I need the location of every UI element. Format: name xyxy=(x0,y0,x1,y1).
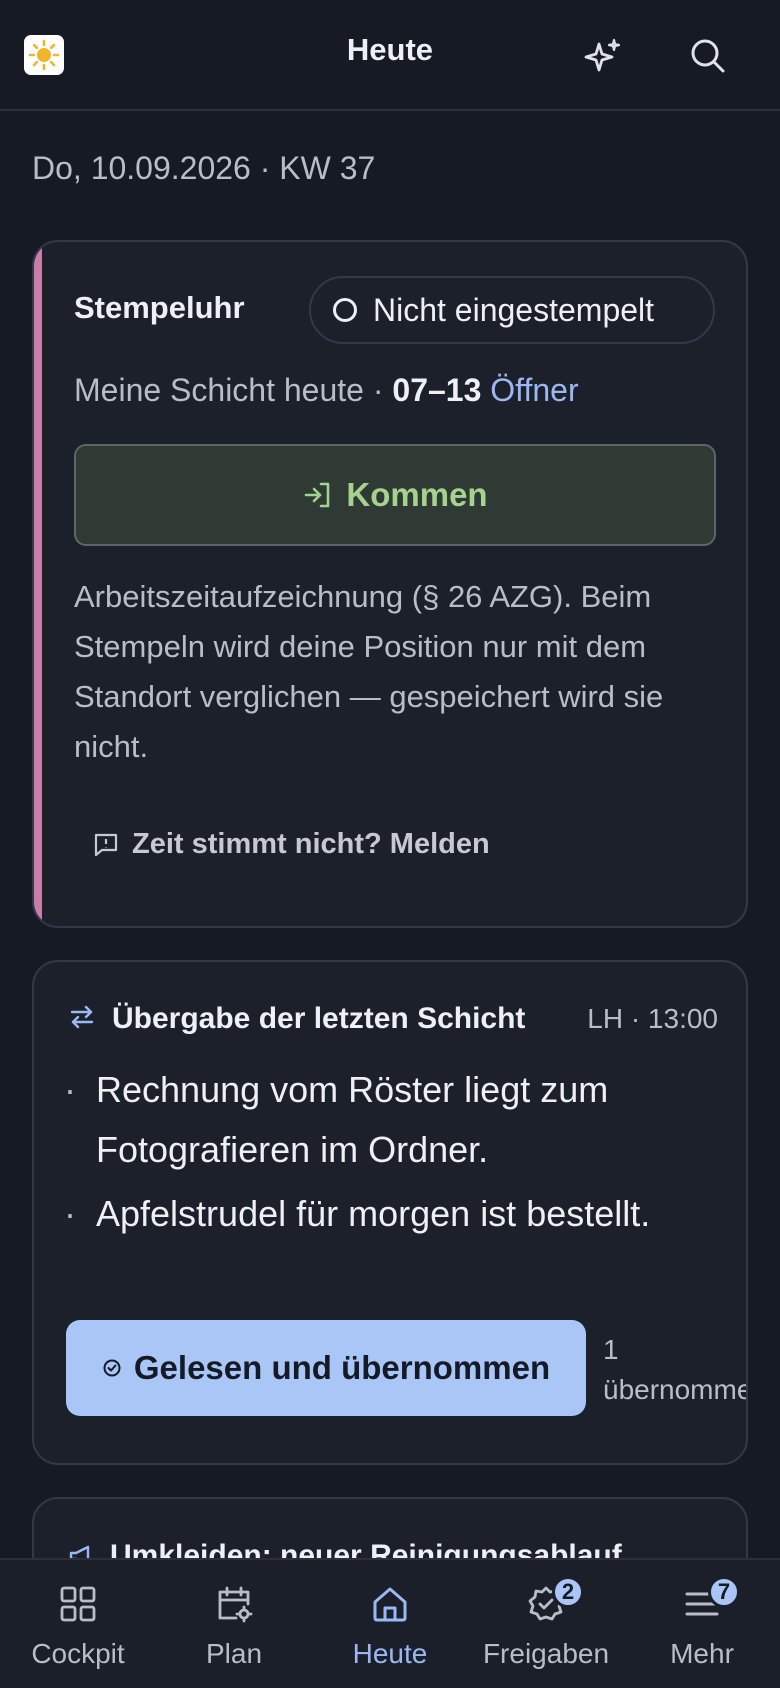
handover-list: Rechnung vom Röster liegt zum Fotografie… xyxy=(64,1060,704,1248)
report-time-issue-link[interactable]: Zeit stimmt nicht? Melden xyxy=(92,828,490,861)
status-circle-icon xyxy=(333,298,357,322)
calendar-gear-icon xyxy=(212,1582,256,1626)
nav-label: Mehr xyxy=(670,1638,734,1669)
nav-label: Cockpit xyxy=(31,1638,125,1669)
acknowledge-button[interactable]: Gelesen und übernommen xyxy=(66,1320,586,1416)
card-accent-bar xyxy=(34,242,42,926)
shift-info: Meine Schicht heute · 07–13 Öffner xyxy=(74,372,579,409)
message-alert-icon xyxy=(94,833,118,856)
time-clock-card: Stempeluhr Nicht eingestempelt Meine Sch… xyxy=(32,240,748,928)
nav-today[interactable]: Heute xyxy=(312,1560,468,1688)
date-line: Do, 10.09.2026 · KW 37 xyxy=(32,150,376,186)
nav-label: Plan xyxy=(205,1638,263,1669)
privacy-note: Arbeitszeitaufzeichnung (§ 26 AZG). Beim… xyxy=(74,579,664,764)
clock-status-badge: Nicht eingestempelt xyxy=(309,276,715,344)
sparkle-icon[interactable] xyxy=(580,33,626,79)
nav-label: Freigaben xyxy=(482,1638,610,1669)
report-link-label: Zeit stimmt nicht? Melden xyxy=(132,828,490,860)
nav-cockpit[interactable]: Cockpit xyxy=(0,1560,156,1688)
clock-in-button[interactable]: Kommen xyxy=(74,444,716,546)
more-count-badge: 7 xyxy=(708,1576,740,1608)
nav-more[interactable]: 7 Mehr xyxy=(624,1560,780,1688)
list-item: Rechnung vom Röster liegt zum Fotografie… xyxy=(64,1060,704,1180)
page-title: Heute xyxy=(346,32,434,67)
handover-card: Übergabe der letzten Schicht LH · 13:00 … xyxy=(32,960,748,1465)
dashboard-grid-icon xyxy=(56,1582,100,1626)
top-bar: Heute xyxy=(0,0,780,111)
check-circle-icon xyxy=(103,1359,121,1377)
nav-approvals[interactable]: 2 Freigaben xyxy=(468,1560,624,1688)
time-clock-title: Stempeluhr xyxy=(74,290,245,325)
approval-badge-icon: 2 xyxy=(524,1576,584,1626)
shift-prefix: Meine Schicht heute · xyxy=(74,372,393,408)
clock-in-label: Kommen xyxy=(346,476,488,513)
acknowledged-count: 1 übernommen xyxy=(603,1334,746,1405)
handover-header: Übergabe der letzten Schicht LH · 13:00 xyxy=(68,1002,718,1036)
clock-status-label: Nicht eingestempelt xyxy=(373,291,655,328)
handover-title: Übergabe der letzten Schicht xyxy=(112,1002,526,1035)
search-icon[interactable] xyxy=(685,33,731,79)
swap-arrows-icon xyxy=(68,1003,98,1036)
approvals-count-badge: 2 xyxy=(552,1576,584,1608)
menu-icon: 7 xyxy=(680,1576,740,1626)
bottom-navigation: Cockpit Plan Heute 2 Freigaben 7 Mehr xyxy=(0,1558,780,1688)
list-item: Apfelstrudel für morgen ist bestellt. xyxy=(64,1184,704,1244)
handover-meta: LH · 13:00 xyxy=(587,1003,718,1034)
nav-plan[interactable]: Plan xyxy=(156,1560,312,1688)
login-arrow-icon xyxy=(305,482,330,508)
nav-label: Heute xyxy=(352,1638,428,1669)
acknowledge-label: Gelesen und übernommen xyxy=(133,1349,551,1386)
shift-role: Öffner xyxy=(490,372,579,408)
shift-time: 07–13 xyxy=(392,372,482,408)
home-icon xyxy=(368,1582,412,1626)
